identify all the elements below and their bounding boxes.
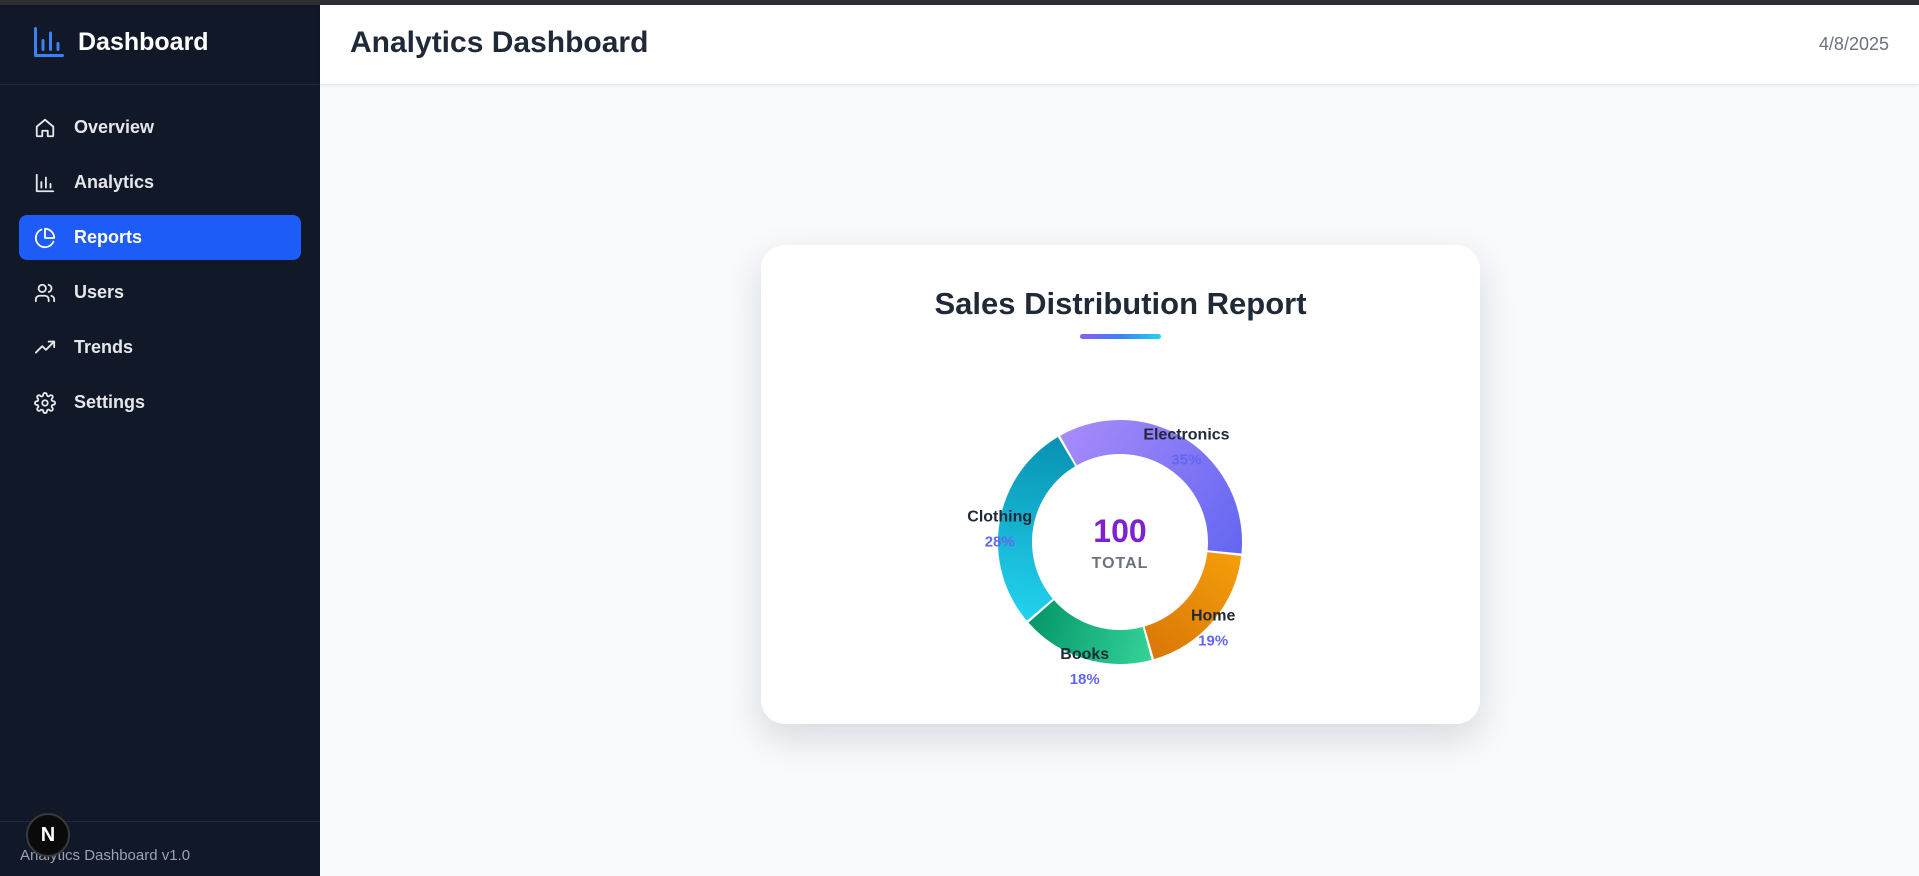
slice-label: Books [1060,646,1109,663]
slice-label: Clothing [967,509,1032,526]
sidebar-item-trends[interactable]: Trends [19,325,301,370]
sidebar-item-label: Reports [74,227,143,247]
center-total-value: 100 [1093,513,1146,549]
slice-percent: 35% [1171,452,1201,469]
bar-chart-icon [31,24,67,60]
slice-percent: 18% [1070,671,1100,688]
bar-chart-icon [33,171,57,195]
pie-chart-icon [33,226,57,250]
sidebar-item-reports[interactable]: Reports [19,215,301,260]
top-header: Analytics Dashboard 4/8/2025 [320,5,1919,85]
sidebar-item-label: Users [74,282,125,302]
sidebar-nav: Overview Analytics Reports Users Trends … [0,85,320,425]
sidebar-item-settings[interactable]: Settings [19,380,301,425]
sidebar: Dashboard Overview Analytics Reports Use… [0,0,320,876]
gear-icon [33,391,57,415]
slice-percent: 28% [985,534,1015,551]
sidebar-item-label: Settings [74,392,146,412]
brand-title: Dashboard [78,27,209,56]
slice-label: Home [1191,608,1236,625]
slice-percent: 19% [1198,633,1228,650]
sidebar-footer: N Analytics Dashboard v1.0 [0,813,320,876]
report-card: Sales Distribution Report 100 TOTAL Elec… [761,245,1480,724]
slice-label: Electronics [1143,427,1229,444]
brand[interactable]: Dashboard [0,0,320,85]
sidebar-item-analytics[interactable]: Analytics [19,160,301,205]
trending-up-icon [33,336,57,360]
sidebar-item-overview[interactable]: Overview [19,105,301,150]
home-icon [33,116,57,140]
sidebar-item-label: Overview [74,117,155,137]
donut-slice-clothing[interactable] [998,436,1076,621]
n-badge-icon[interactable]: N [26,813,70,857]
sidebar-item-label: Analytics [74,172,155,192]
sidebar-item-users[interactable]: Users [19,270,301,315]
window-top-strip [0,0,1919,5]
sidebar-item-label: Trends [74,337,134,357]
users-icon [33,281,57,305]
donut-chart: 100 TOTAL Electronics 35% Home 19% Books 18% C… [967,420,1242,688]
page-title: Analytics Dashboard [350,26,649,59]
center-total-label: TOTAL [1092,555,1149,572]
header-date: 4/8/2025 [1818,34,1889,54]
